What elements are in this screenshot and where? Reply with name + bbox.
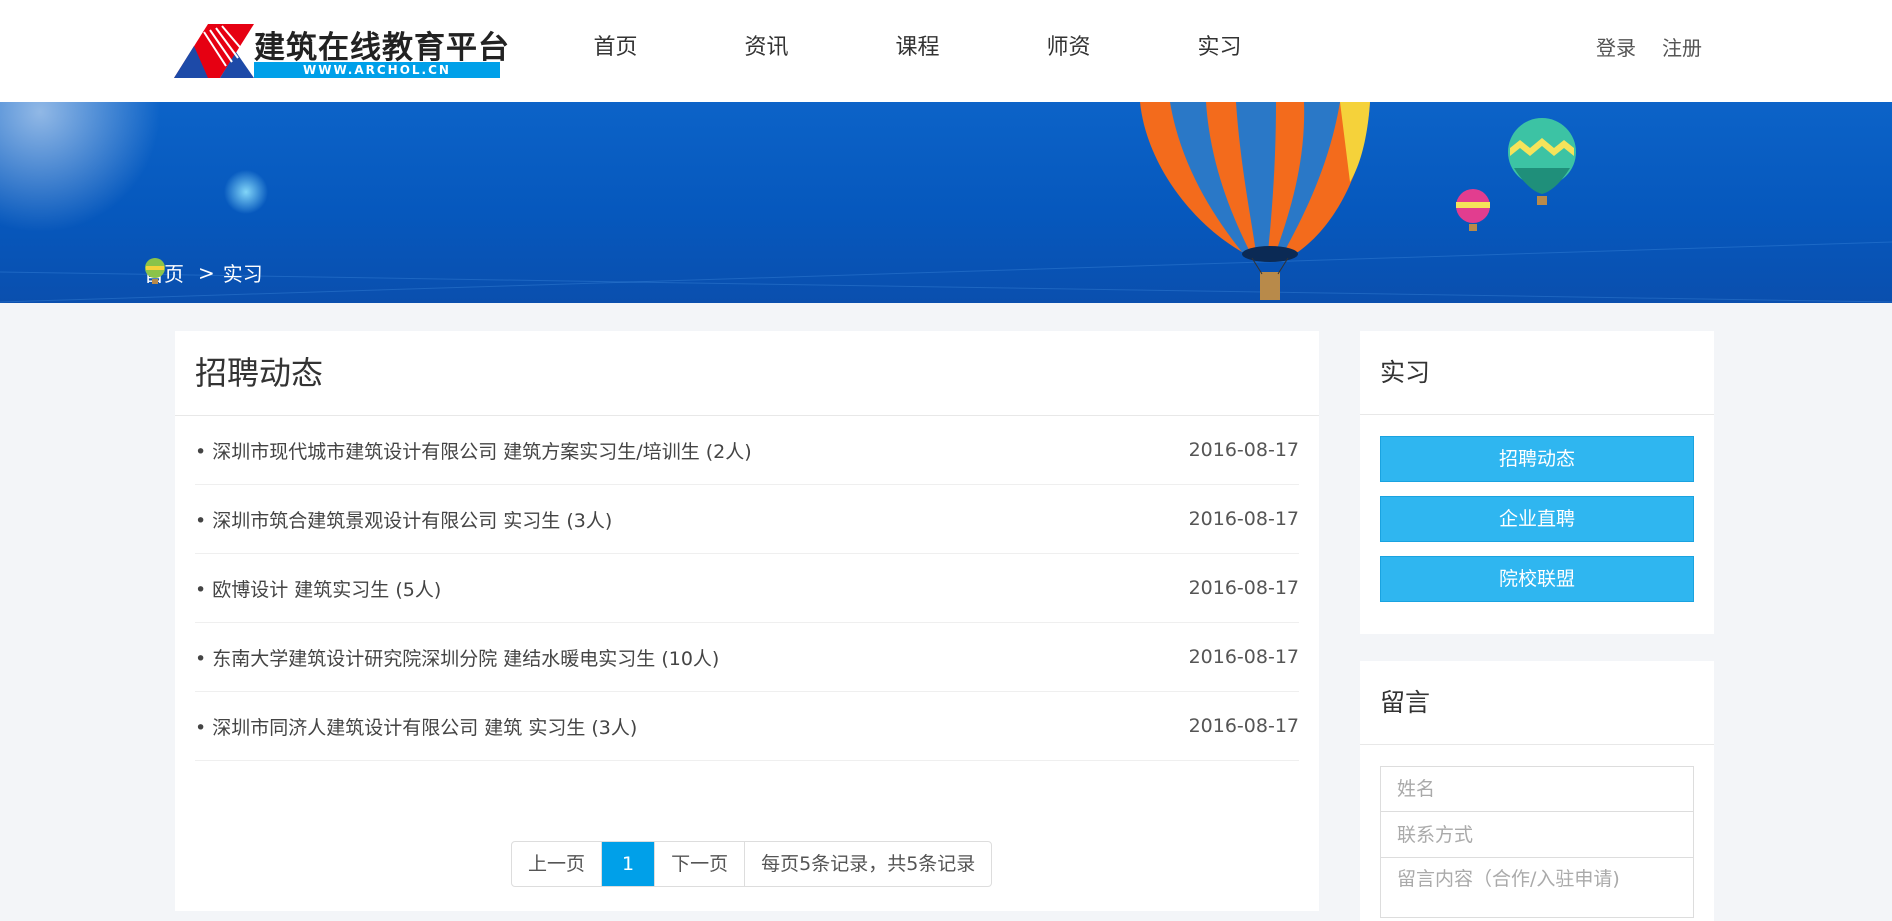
list-item-date: 2016-08-17 [1188,577,1299,599]
sidebar-message: 留言 [1360,661,1714,921]
list-item[interactable]: 深圳市现代城市建筑设计有限公司 建筑方案实习生/培训生 (2人) 2016-08… [195,416,1299,485]
list-item-date: 2016-08-17 [1188,715,1299,737]
list-item-date: 2016-08-17 [1188,508,1299,530]
site-logo[interactable]: 建筑在线教育平台 WWW.ARCHOL.CN [174,20,509,78]
contact-input[interactable] [1380,812,1694,858]
list-item[interactable]: 深圳市同济人建筑设计有限公司 建筑 实习生 (3人) 2016-08-17 [195,692,1299,761]
auth-links: 登录 注册 [1596,0,1702,96]
pagination: 上一页 1 下一页 每页5条记录，共5条记录 [511,841,993,887]
current-page-button[interactable]: 1 [602,842,656,886]
site-header: 建筑在线教育平台 WWW.ARCHOL.CN 首页 资讯 课程 师资 实习 登录… [0,0,1892,102]
message-title: 留言 [1360,661,1714,745]
list-item-title[interactable]: 东南大学建筑设计研究院深圳分院 建结水暖电实习生 (10人) [195,644,719,671]
nav-item-courses[interactable]: 课程 [842,0,993,96]
direct-hiring-button[interactable]: 企业直聘 [1380,496,1694,542]
page-title: 招聘动态 [175,331,1319,416]
list-item-date: 2016-08-17 [1188,646,1299,668]
school-alliance-button[interactable]: 院校联盟 [1380,556,1694,602]
small-balloon-pink [1456,189,1490,231]
message-textarea[interactable] [1380,858,1694,918]
name-input[interactable] [1380,766,1694,812]
list-item-date: 2016-08-17 [1188,439,1299,461]
sidebar-title: 实习 [1360,331,1714,415]
list-item[interactable]: 东南大学建筑设计研究院深圳分院 建结水暖电实习生 (10人) 2016-08-1… [195,623,1299,692]
list-item-title[interactable]: 欧博设计 建筑实习生 (5人) [195,575,441,602]
list-item[interactable]: 深圳市筑合建筑景观设计有限公司 实习生 (3人) 2016-08-17 [195,485,1299,554]
nav-item-teachers[interactable]: 师资 [993,0,1144,96]
breadcrumb-current: 实习 [222,262,263,286]
pagination-summary: 每页5条记录，共5条记录 [761,853,976,875]
login-link[interactable]: 登录 [1596,0,1636,96]
list-item-title[interactable]: 深圳市筑合建筑景观设计有限公司 实习生 (3人) [195,506,612,533]
list-item[interactable]: 欧博设计 建筑实习生 (5人) 2016-08-17 [195,554,1299,623]
banner-illustration [0,102,1892,303]
nav-item-home[interactable]: 首页 [540,0,691,96]
list-item-title[interactable]: 深圳市同济人建筑设计有限公司 建筑 实习生 (3人) [195,713,637,740]
recruitment-panel: 招聘动态 深圳市现代城市建筑设计有限公司 建筑方案实习生/培训生 (2人) 20… [175,331,1319,911]
logo-url: WWW.ARCHOL.CN [254,62,500,78]
logo-mark-icon [174,24,254,78]
main-nav: 首页 资讯 课程 师资 实习 [540,0,1295,96]
list-item-title[interactable]: 深圳市现代城市建筑设计有限公司 建筑方案实习生/培训生 (2人) [195,437,751,464]
register-link[interactable]: 注册 [1662,0,1702,96]
sidebar-internship: 实习 招聘动态 企业直聘 院校联盟 [1360,331,1714,634]
nav-item-internship[interactable]: 实习 [1144,0,1295,96]
breadcrumb-separator: > [198,260,215,285]
breadcrumb: 首页 > 实习 [144,258,263,287]
small-balloon-green [1508,118,1576,205]
logo-text: 建筑在线教育平台 WWW.ARCHOL.CN [254,20,509,78]
nav-item-news[interactable]: 资讯 [691,0,842,96]
balloon-icon [145,258,165,284]
prev-page-button[interactable]: 上一页 [512,842,603,886]
next-page-button[interactable]: 下一页 [655,842,746,886]
page-banner: 首页 > 实习 [0,102,1892,303]
logo-title: 建筑在线教育平台 [254,30,510,66]
large-balloon [1140,102,1370,300]
job-list: 深圳市现代城市建筑设计有限公司 建筑方案实习生/培训生 (2人) 2016-08… [195,416,1299,761]
recruitment-news-button[interactable]: 招聘动态 [1380,436,1694,482]
